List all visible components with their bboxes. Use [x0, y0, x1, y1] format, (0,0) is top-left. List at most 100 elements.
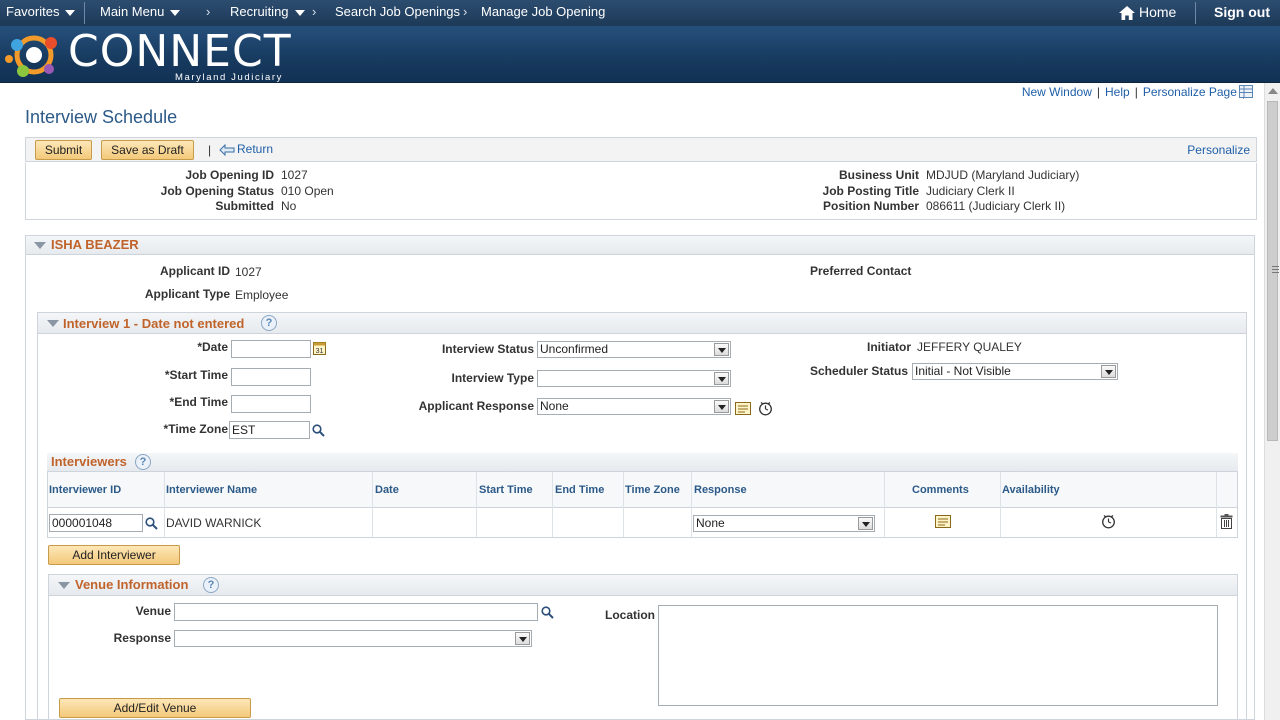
venue-input[interactable]: [174, 603, 538, 621]
collapse-triangle-icon[interactable]: [34, 242, 46, 249]
availability-clock-icon[interactable]: [1101, 514, 1116, 529]
job-opening-summary: Job Opening ID 1027 Job Opening Status 0…: [25, 163, 1257, 220]
job-opening-status-value: 010 Open: [281, 184, 334, 198]
position-number-value: 086611 (Judiciary Clerk II): [926, 199, 1066, 213]
column-interviewer-name[interactable]: Interviewer Name: [166, 484, 257, 496]
logo-subtitle: Maryland Judiciary: [175, 72, 283, 83]
help-icon[interactable]: ?: [135, 454, 151, 470]
favorites-menu[interactable]: Favorites: [6, 0, 76, 26]
search-icon[interactable]: [312, 424, 325, 437]
personalize-link[interactable]: Personalize: [1187, 143, 1250, 157]
chevron-down-icon[interactable]: [714, 372, 729, 385]
column-divider: [476, 472, 477, 537]
add-edit-venue-button[interactable]: Add/Edit Venue: [59, 698, 251, 718]
scroll-up-icon[interactable]: [1268, 88, 1278, 94]
main-menu[interactable]: Main Menu: [100, 0, 181, 26]
column-interviewer-id[interactable]: Interviewer ID: [49, 484, 121, 496]
chevron-down-icon: [294, 9, 305, 16]
breadcrumb-separator-icon: ›: [312, 4, 317, 19]
help-icon[interactable]: ?: [203, 577, 219, 593]
chevron-down-icon[interactable]: [858, 517, 873, 530]
favorites-label: Favorites: [6, 4, 60, 19]
location-textarea[interactable]: [658, 605, 1218, 706]
chevron-down-icon[interactable]: [714, 343, 729, 356]
sign-out-link[interactable]: Sign out: [1214, 0, 1270, 26]
toolbar: Submit Save as Draft | Return Personaliz…: [25, 137, 1257, 162]
interviewer-name-value: DAVID WARNICK: [166, 516, 262, 530]
grip-line: [1272, 272, 1279, 273]
column-divider: [1000, 472, 1001, 537]
help-icon[interactable]: ?: [261, 315, 277, 331]
chevron-down-icon[interactable]: [515, 632, 530, 645]
interview-section-header[interactable]: Interview 1 - Date not entered ?: [37, 312, 1247, 334]
toolbar-divider: |: [208, 143, 212, 157]
location-label: Location: [605, 608, 655, 622]
column-comments[interactable]: Comments: [912, 484, 969, 496]
grip-line: [1272, 269, 1279, 270]
breadcrumb-recruiting[interactable]: Recruiting: [230, 0, 305, 26]
logo-text: CONNECT: [68, 26, 292, 77]
home-link[interactable]: Home: [1119, 0, 1176, 26]
grid-icon[interactable]: [1239, 85, 1253, 98]
save-as-draft-button[interactable]: Save as Draft: [101, 140, 194, 160]
chevron-down-icon: [65, 9, 76, 16]
interview-status-select[interactable]: Unconfirmed: [537, 341, 731, 358]
venue-response-label: Response: [113, 631, 171, 645]
calendar-day-label: 31: [316, 348, 324, 355]
vertical-scrollbar[interactable]: [1264, 83, 1280, 720]
column-time-zone[interactable]: Time Zone: [625, 484, 680, 496]
search-icon[interactable]: [541, 606, 554, 619]
return-link[interactable]: Return: [219, 142, 273, 157]
collapse-triangle-icon[interactable]: [58, 582, 70, 589]
date-input[interactable]: [231, 340, 311, 358]
collapse-triangle-icon[interactable]: [47, 320, 59, 327]
search-icon[interactable]: [145, 517, 158, 530]
column-availability[interactable]: Availability: [1002, 484, 1060, 496]
delete-row-icon[interactable]: [1220, 514, 1233, 529]
comments-icon[interactable]: [935, 515, 951, 528]
venue-section-header[interactable]: Venue Information ?: [48, 574, 1238, 596]
applicant-section-header[interactable]: ISHA BEAZER: [25, 235, 1255, 255]
start-time-label: *Start Time: [164, 368, 228, 382]
column-end-time[interactable]: End Time: [555, 484, 604, 496]
column-date[interactable]: Date: [375, 484, 399, 496]
job-opening-id-value: 1027: [281, 168, 308, 182]
job-opening-id-label: Job Opening ID: [185, 168, 274, 182]
availability-clock-icon[interactable]: [758, 401, 773, 416]
scheduler-status-select[interactable]: Initial - Not Visible: [912, 363, 1118, 380]
chevron-down-icon[interactable]: [1101, 365, 1116, 378]
interviewer-response-select[interactable]: None: [693, 515, 875, 532]
column-divider: [884, 472, 885, 537]
new-window-link[interactable]: New Window: [1022, 85, 1092, 99]
end-time-input[interactable]: [231, 395, 311, 413]
venue-response-select[interactable]: [174, 630, 532, 647]
business-unit-value: MDJUD (Maryland Judiciary): [926, 168, 1080, 182]
scrollbar-thumb[interactable]: [1267, 101, 1279, 441]
time-zone-input[interactable]: EST: [229, 421, 310, 439]
calendar-icon[interactable]: 31: [313, 341, 326, 355]
interview-type-select[interactable]: [537, 370, 731, 387]
initiator-value: JEFFERY QUALEY: [917, 340, 1022, 354]
start-time-input[interactable]: [231, 368, 311, 386]
interviewers-title: Interviewers: [51, 454, 127, 469]
breadcrumb-search-job-openings[interactable]: Search Job Openings: [335, 0, 460, 26]
page-links: New Window|Help|Personalize Page|: [1022, 85, 1250, 101]
help-link[interactable]: Help: [1105, 85, 1130, 99]
applicant-response-select[interactable]: None: [537, 398, 731, 415]
end-time-label: *End Time: [169, 395, 228, 409]
interviewer-id-input[interactable]: 000001048: [49, 514, 143, 532]
applicant-type-label: Applicant Type: [144, 287, 230, 301]
column-divider: [1216, 472, 1217, 537]
personalize-page-link[interactable]: Personalize Page: [1143, 85, 1237, 99]
column-start-time[interactable]: Start Time: [479, 484, 533, 496]
column-divider: [623, 472, 624, 537]
comments-icon[interactable]: [735, 402, 751, 415]
add-interviewer-button[interactable]: Add Interviewer: [48, 545, 180, 565]
column-response[interactable]: Response: [694, 484, 747, 496]
link-divider: |: [1134, 85, 1138, 99]
column-divider: [552, 472, 553, 537]
breadcrumb-manage-job-opening[interactable]: Manage Job Opening: [481, 0, 605, 26]
submit-button[interactable]: Submit: [35, 140, 92, 160]
column-divider: [372, 472, 373, 537]
chevron-down-icon[interactable]: [714, 400, 729, 413]
